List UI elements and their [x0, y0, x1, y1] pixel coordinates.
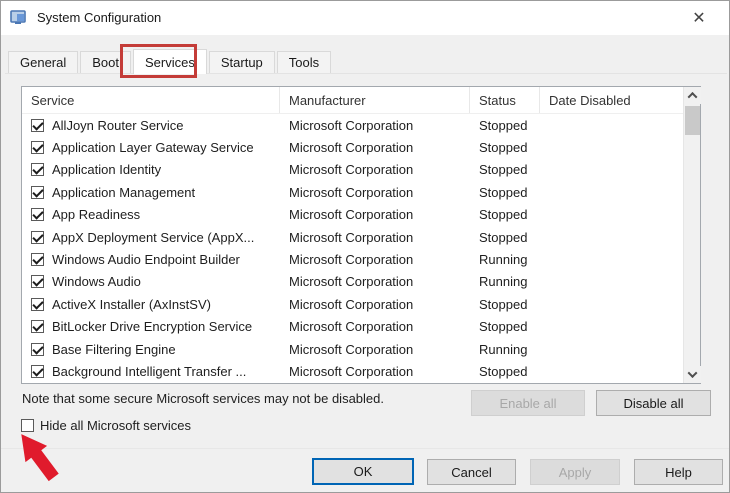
ok-button[interactable]: OK — [312, 458, 414, 485]
service-row[interactable]: AllJoyn Router Service Microsoft Corpora… — [22, 114, 683, 137]
service-name: Background Intelligent Transfer ... — [52, 363, 247, 379]
apply-button: Apply — [530, 459, 620, 485]
column-header-date-disabled[interactable]: Date Disabled — [540, 87, 700, 113]
service-name: Application Management — [52, 184, 196, 200]
service-manufacturer: Microsoft Corporation — [289, 319, 414, 335]
hide-microsoft-services-checkbox[interactable]: Hide all Microsoft services — [21, 418, 191, 433]
note-text: Note that some secure Microsoft services… — [22, 391, 384, 406]
msconfig-app-icon — [10, 9, 28, 27]
service-name: BitLocker Drive Encryption Service — [52, 319, 253, 335]
service-manufacturer: Microsoft Corporation — [289, 162, 414, 178]
tab-boot[interactable]: Boot — [80, 51, 131, 74]
service-row[interactable]: Background Intelligent Transfer ... Micr… — [22, 360, 683, 383]
cancel-button[interactable]: Cancel — [427, 459, 516, 485]
checkbox-checked-icon[interactable] — [31, 208, 44, 222]
service-status: Stopped — [479, 184, 528, 200]
disable-all-button[interactable]: Disable all — [596, 390, 711, 416]
service-name: Windows Audio Endpoint Builder — [52, 252, 240, 268]
help-button[interactable]: Help — [634, 459, 723, 485]
service-row[interactable]: Application Management Microsoft Corpora… — [22, 181, 683, 204]
service-status: Stopped — [479, 162, 528, 178]
service-manufacturer: Microsoft Corporation — [289, 140, 414, 156]
service-row[interactable]: BitLocker Drive Encryption Service Micro… — [22, 315, 683, 338]
close-icon: ✕ — [692, 10, 706, 27]
service-row[interactable]: Base Filtering Engine Microsoft Corporat… — [22, 337, 683, 361]
tab-services[interactable]: Services — [133, 49, 207, 74]
service-row[interactable]: AppX Deployment Service (AppX... Microso… — [22, 225, 683, 249]
scroll-up-button[interactable] — [684, 87, 701, 104]
service-status: Stopped — [479, 319, 528, 335]
tab-strip: General Boot Services Startup Tools — [8, 49, 333, 74]
column-header-status[interactable]: Status — [470, 87, 540, 113]
service-name: Base Filtering Engine — [52, 341, 176, 357]
close-button[interactable]: ✕ — [679, 3, 719, 33]
service-row[interactable]: App Readiness Microsoft Corporation Stop… — [22, 203, 683, 226]
service-row[interactable]: Windows Audio Endpoint Builder Microsoft… — [22, 248, 683, 271]
service-status: Stopped — [479, 207, 528, 223]
checkbox-checked-icon[interactable] — [31, 342, 44, 356]
tab-general[interactable]: General — [8, 51, 79, 74]
column-header-service[interactable]: Service — [22, 87, 280, 113]
vertical-scrollbar[interactable] — [683, 87, 701, 383]
checkbox-checked-icon[interactable] — [31, 230, 44, 244]
service-status: Running — [479, 274, 528, 290]
service-name: Application Identity — [52, 162, 162, 178]
service-status: Running — [479, 252, 528, 268]
checkbox-checked-icon[interactable] — [31, 118, 44, 132]
service-status: Stopped — [479, 140, 528, 156]
scrollbar-thumb[interactable] — [685, 106, 700, 135]
bottom-divider — [1, 448, 729, 449]
service-name: AppX Deployment Service (AppX... — [52, 229, 255, 245]
title-bar: System Configuration ✕ — [1, 1, 729, 35]
column-header-manufacturer[interactable]: Manufacturer — [280, 87, 470, 113]
service-manufacturer: Microsoft Corporation — [289, 252, 414, 268]
service-row[interactable]: Windows Audio Microsoft Corporation Runn… — [22, 270, 683, 294]
service-status: Stopped — [479, 363, 528, 379]
service-status: Stopped — [479, 296, 528, 312]
enable-all-button: Enable all — [471, 390, 585, 416]
checkbox-checked-icon[interactable] — [31, 364, 44, 378]
checkbox-checked-icon[interactable] — [31, 141, 44, 155]
service-name: ActiveX Installer (AxInstSV) — [52, 296, 211, 312]
list-header: Service Manufacturer Status Date Disable… — [22, 87, 700, 114]
service-name: Application Layer Gateway Service — [52, 140, 254, 156]
service-manufacturer: Microsoft Corporation — [289, 296, 414, 312]
hide-checkbox-label: Hide all Microsoft services — [40, 418, 191, 433]
service-name: Windows Audio — [52, 274, 141, 290]
chevron-up-icon — [687, 91, 698, 102]
checkbox-unchecked-icon[interactable] — [21, 419, 34, 432]
tab-startup[interactable]: Startup — [208, 51, 275, 74]
service-manufacturer: Microsoft Corporation — [289, 363, 414, 379]
service-manufacturer: Microsoft Corporation — [289, 207, 414, 223]
service-status: Stopped — [479, 229, 528, 245]
checkbox-checked-icon[interactable] — [31, 297, 44, 311]
checkbox-checked-icon[interactable] — [31, 163, 44, 177]
service-rows: AllJoyn Router Service Microsoft Corpora… — [22, 114, 683, 383]
service-name: App Readiness — [52, 207, 141, 223]
service-row[interactable]: Application Identity Microsoft Corporati… — [22, 158, 683, 182]
services-list: Service Manufacturer Status Date Disable… — [21, 86, 701, 384]
red-arrow-annotation — [21, 434, 59, 482]
chevron-down-icon — [687, 368, 698, 379]
checkbox-checked-icon[interactable] — [31, 275, 44, 289]
service-status: Stopped — [479, 117, 528, 133]
window-title: System Configuration — [37, 10, 162, 25]
service-status: Running — [479, 341, 528, 357]
service-manufacturer: Microsoft Corporation — [289, 117, 414, 133]
service-manufacturer: Microsoft Corporation — [289, 229, 414, 245]
scroll-down-button[interactable] — [684, 366, 701, 383]
tab-page-border — [5, 73, 727, 74]
tab-tools[interactable]: Tools — [276, 51, 332, 74]
checkbox-checked-icon[interactable] — [31, 185, 44, 199]
service-manufacturer: Microsoft Corporation — [289, 274, 414, 290]
system-configuration-window: System Configuration ✕ General Boot Serv… — [0, 0, 730, 493]
checkbox-checked-icon[interactable] — [31, 320, 44, 334]
service-row[interactable]: Application Layer Gateway Service Micros… — [22, 136, 683, 159]
checkbox-checked-icon[interactable] — [31, 253, 44, 267]
service-manufacturer: Microsoft Corporation — [289, 341, 414, 357]
service-manufacturer: Microsoft Corporation — [289, 184, 414, 200]
service-name: AllJoyn Router Service — [52, 117, 184, 133]
service-row[interactable]: ActiveX Installer (AxInstSV) Microsoft C… — [22, 293, 683, 316]
